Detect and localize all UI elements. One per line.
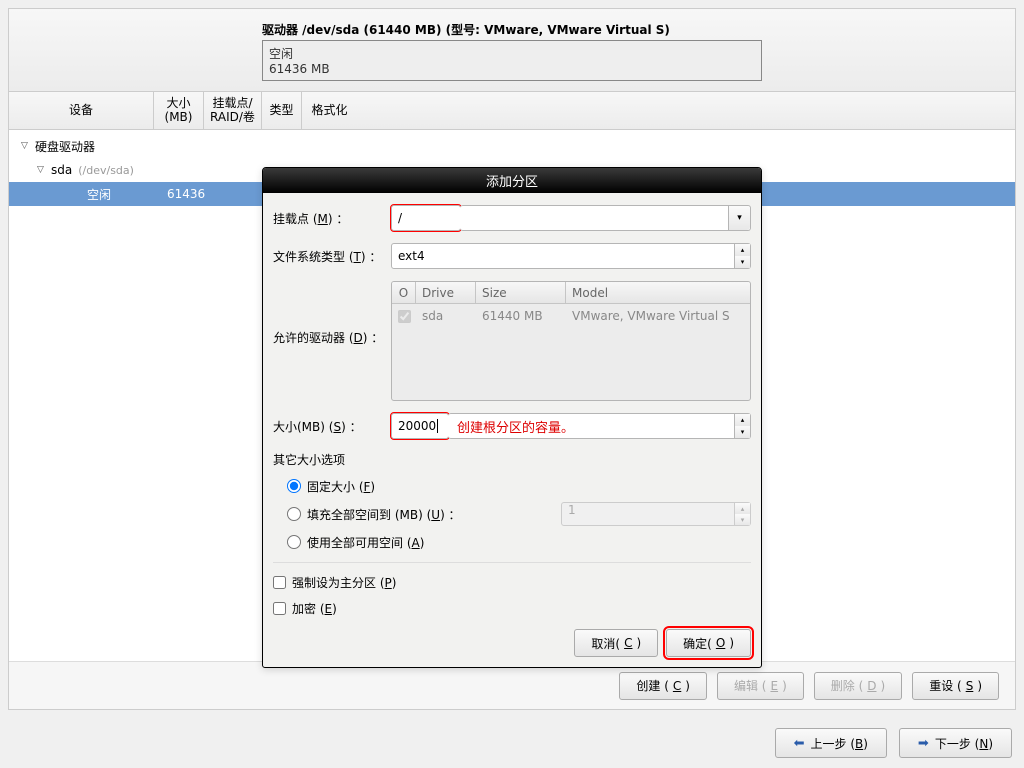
add-partition-dialog: 添加分区 挂载点 (M) ： / ▾ 文件系统类型 (T) ： ext4 ▴▾ bbox=[262, 167, 762, 668]
drive-state: 空闲 bbox=[269, 45, 755, 62]
table-header: 设备 大小 (MB) 挂载点/ RAID/卷 类型 格式化 bbox=[9, 92, 1015, 130]
col-mount-raid[interactable]: 挂载点/ RAID/卷 bbox=[204, 92, 262, 129]
expand-icon[interactable]: ▽ bbox=[21, 141, 33, 151]
drive-size: 61436 MB bbox=[269, 62, 755, 76]
tree-free-label: 空闲 bbox=[59, 186, 111, 203]
chevron-down-icon[interactable]: ▾ bbox=[728, 206, 750, 230]
fill-upto-input: 1 ▴▾ bbox=[561, 502, 751, 526]
updown-icon: ▴▾ bbox=[734, 503, 750, 525]
other-size-label: 其它大小选项 bbox=[273, 451, 751, 468]
col-model[interactable]: Model bbox=[566, 282, 750, 303]
col-device[interactable]: 设备 bbox=[9, 92, 154, 129]
drive-title: 驱动器 /dev/sda (61440 MB) (型号: VMware, VMw… bbox=[262, 19, 762, 40]
drive-size-cell: 61440 MB bbox=[476, 304, 566, 328]
radio-fill-upto[interactable]: 填充全部空间到 (MB) (U) ： 1 ▴▾ bbox=[287, 500, 751, 528]
col-size[interactable]: 大小 (MB) bbox=[154, 92, 204, 129]
ok-button[interactable]: 确定(O) bbox=[666, 629, 751, 657]
dialog-title[interactable]: 添加分区 bbox=[263, 168, 761, 193]
updown-icon[interactable]: ▴▾ bbox=[734, 414, 750, 438]
updown-icon[interactable]: ▴▾ bbox=[734, 244, 750, 268]
next-button[interactable]: ➡ 下一步 (N) bbox=[899, 728, 1012, 758]
radio-use-all[interactable]: 使用全部可用空间 (A) bbox=[287, 528, 751, 556]
cancel-button[interactable]: 取消(C) bbox=[574, 629, 658, 657]
radio-fill-input[interactable] bbox=[287, 507, 301, 521]
col-drive[interactable]: Drive bbox=[416, 282, 476, 303]
drives-table-header: O Drive Size Model bbox=[392, 282, 750, 304]
mount-point-value: / bbox=[398, 211, 402, 225]
tree-sda-label: sda bbox=[49, 163, 72, 177]
size-spinner[interactable]: ▴▾ bbox=[448, 413, 751, 439]
mount-point-combo[interactable]: / bbox=[391, 205, 461, 231]
allowed-drives-label: 允许的驱动器 (D) ： bbox=[273, 281, 391, 346]
col-format[interactable]: 格式化 bbox=[302, 92, 357, 129]
tree-free-size: 61436 bbox=[167, 187, 205, 201]
expand-icon[interactable]: ▽ bbox=[37, 165, 49, 175]
drive-name: sda bbox=[416, 304, 476, 328]
drive-model-cell: VMware, VMware Virtual S bbox=[566, 304, 750, 328]
force-primary-check[interactable]: 强制设为主分区 (P) bbox=[273, 569, 751, 595]
bottom-toolbar: 创建 (C) 编辑 (E) 删除 (D) 重设 (S) bbox=[9, 661, 1015, 709]
delete-button: 删除 (D) bbox=[814, 672, 902, 700]
fs-type-value: ext4 bbox=[398, 249, 425, 263]
allowed-drives-table[interactable]: O Drive Size Model sda 61440 MB VMware, … bbox=[391, 281, 751, 401]
tree-root-label: 硬盘驱动器 bbox=[33, 138, 95, 155]
radio-fixed-size[interactable]: 固定大小 (F) bbox=[287, 472, 751, 500]
footer-nav: ⬅ 上一步 (B) ➡ 下一步 (N) bbox=[0, 718, 1024, 768]
col-type[interactable]: 类型 bbox=[262, 92, 302, 129]
force-primary-input[interactable] bbox=[273, 576, 286, 589]
tree-root-hdd[interactable]: ▽ 硬盘驱动器 bbox=[9, 134, 1015, 158]
reset-button[interactable]: 重设 (S) bbox=[912, 672, 999, 700]
col-check[interactable]: O bbox=[392, 282, 416, 303]
drive-header: 驱动器 /dev/sda (61440 MB) (型号: VMware, VMw… bbox=[9, 9, 1015, 92]
drive-check[interactable] bbox=[398, 310, 411, 323]
drive-infobox: 空闲 61436 MB bbox=[262, 40, 762, 81]
back-button[interactable]: ⬅ 上一步 (B) bbox=[775, 728, 887, 758]
mount-point-label: 挂载点 (M) ： bbox=[273, 210, 391, 227]
size-label: 大小(MB) (S) ： bbox=[273, 418, 391, 435]
size-input[interactable]: 20000 bbox=[391, 413, 449, 439]
arrow-left-icon: ⬅ bbox=[794, 736, 805, 751]
edit-button: 编辑 (E) bbox=[717, 672, 804, 700]
fs-type-label: 文件系统类型 (T) ： bbox=[273, 248, 391, 265]
tree-sda-path: (/dev/sda) bbox=[72, 164, 134, 177]
radio-all-input[interactable] bbox=[287, 535, 301, 549]
col-dsize[interactable]: Size bbox=[476, 282, 566, 303]
size-value: 20000 bbox=[398, 419, 436, 433]
fs-type-combo[interactable]: ext4 ▴▾ bbox=[391, 243, 751, 269]
encrypt-input[interactable] bbox=[273, 602, 286, 615]
arrow-right-icon: ➡ bbox=[918, 736, 929, 751]
table-row[interactable]: sda 61440 MB VMware, VMware Virtual S bbox=[392, 304, 750, 328]
create-button[interactable]: 创建 (C) bbox=[619, 672, 707, 700]
encrypt-check[interactable]: 加密 (E) bbox=[273, 595, 751, 621]
mount-point-dropdown[interactable]: ▾ bbox=[460, 205, 751, 231]
size-options-group: 固定大小 (F) 填充全部空间到 (MB) (U) ： 1 ▴▾ 使用全部可用空… bbox=[273, 472, 751, 556]
radio-fixed-input[interactable] bbox=[287, 479, 301, 493]
